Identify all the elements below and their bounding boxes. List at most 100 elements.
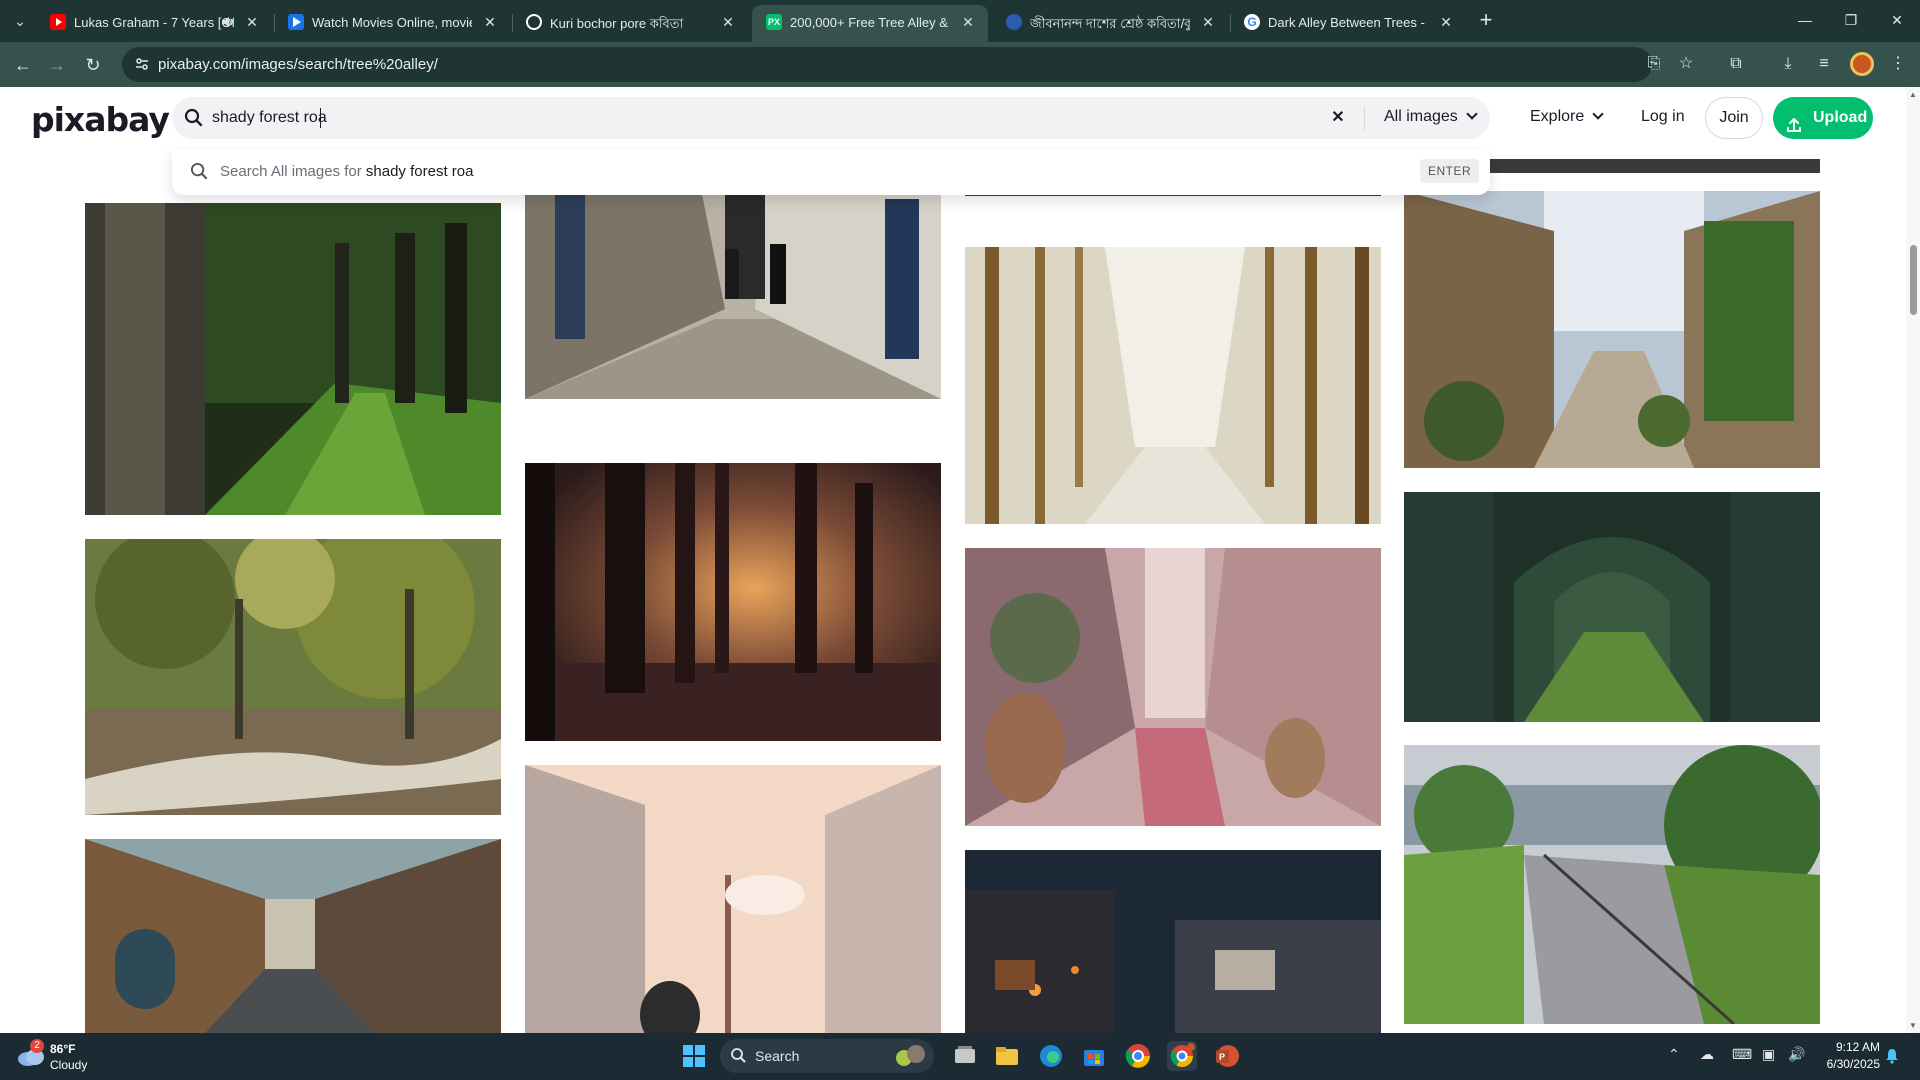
tab-kuri-bochor[interactable]: Kuri bochor pore কবিতা ✕ — [512, 5, 748, 42]
image-card-forest-grass-path[interactable] — [85, 203, 501, 515]
reload-icon[interactable]: ↻ — [78, 50, 108, 80]
page-scrollbar[interactable]: ▲ ▼ — [1906, 87, 1920, 1033]
pixabay-icon: PX — [766, 14, 782, 30]
tab-title: Kuri bochor pore কবিতা — [550, 16, 684, 31]
task-view-icon[interactable] — [950, 1041, 980, 1071]
taskbar-search[interactable]: Search — [720, 1039, 934, 1073]
suggestion-query: shady forest roa — [365, 163, 474, 180]
tab-title: Dark Alley Between Trees - Goo — [1268, 15, 1428, 30]
file-explorer-icon[interactable] — [992, 1041, 1022, 1071]
new-tab-button[interactable]: + — [1472, 8, 1500, 34]
keyboard-icon[interactable]: ⌨ — [1732, 1046, 1752, 1063]
join-button[interactable]: Join — [1705, 97, 1763, 139]
windows-taskbar: 2 86°F Cloudy Search P ⌃ ☁ ⌨ ▣ 🔊 9:12 AM… — [0, 1033, 1920, 1080]
weather-temp: 86°F — [50, 1042, 76, 1056]
image-card-night-city-alley[interactable] — [965, 850, 1381, 1033]
show-hidden-icons[interactable]: ⌃ — [1668, 1046, 1680, 1063]
chevron-down-icon — [1466, 108, 1478, 120]
media-type-label: All images — [1384, 108, 1458, 125]
notification-bell-icon[interactable] — [1885, 1048, 1899, 1064]
store-icon[interactable] — [1079, 1041, 1109, 1071]
image-card-ivy-stone-stairs[interactable] — [1404, 191, 1820, 468]
image-card-green-arch-tunnel[interactable] — [1404, 492, 1820, 722]
image-card-pink-alley-pots[interactable] — [965, 548, 1381, 826]
tab-title: Watch Movies Online, movies se — [312, 15, 472, 30]
search-icon — [184, 108, 204, 128]
close-tab-icon[interactable]: ✕ — [1198, 12, 1218, 32]
tab-watch-movies[interactable]: Watch Movies Online, movies se ✕ — [274, 5, 510, 42]
search-input[interactable] — [212, 97, 1212, 139]
chevron-down-icon — [1592, 108, 1604, 120]
search-suggestion[interactable]: Search All images for shady forest roa E… — [172, 149, 1490, 195]
chrome-icon[interactable] — [1123, 1041, 1153, 1071]
site-info-icon[interactable] — [134, 56, 150, 72]
onedrive-icon[interactable]: ☁ — [1700, 1046, 1714, 1063]
back-arrow-icon[interactable]: ← — [8, 50, 38, 80]
tab-jibanananda[interactable]: জীবনানন্দ দাশের শ্রেষ্ঠ কবিতা/কু ✕ — [992, 5, 1228, 42]
tab-pixabay[interactable]: PX 200,000+ Free Tree Alley & Alle ✕ — [752, 5, 988, 42]
weather-condition: Cloudy — [50, 1058, 88, 1072]
tab-lukas-graham[interactable]: Lukas Graham - 7 Years [Offi ✕ — [36, 5, 272, 42]
bookmark-star-icon[interactable]: ☆ — [1672, 50, 1700, 78]
address-bar[interactable]: pixabay.com/images/search/tree%20alley/ — [122, 47, 1652, 82]
site-header: pixabay ✕ All images Explore Log in Join… — [0, 87, 1906, 149]
media-type-dropdown[interactable]: All images — [1384, 108, 1478, 126]
tab-search-button[interactable]: ⌄ — [6, 8, 34, 34]
restore-button[interactable]: ❐ — [1828, 0, 1874, 40]
media-control-icon[interactable]: ≡ — [1810, 50, 1838, 78]
speaker-icon[interactable] — [220, 14, 236, 30]
tab-google-search[interactable]: G Dark Alley Between Trees - Goo ✕ — [1230, 5, 1466, 42]
search-highlight-icon — [892, 1044, 926, 1073]
image-card-autumn-park-path[interactable] — [85, 539, 501, 815]
image-card-stone-alley-couple[interactable] — [525, 159, 941, 399]
close-window-button[interactable]: ✕ — [1874, 0, 1920, 40]
suggestion-text: Search All images for shady forest roa — [220, 163, 473, 180]
clear-search-icon[interactable]: ✕ — [1327, 107, 1349, 129]
edge-icon[interactable] — [1036, 1041, 1066, 1071]
install-app-icon[interactable]: ⎘ — [1640, 50, 1668, 78]
clock-time: 9:12 AM — [1835, 1040, 1880, 1054]
profile-avatar[interactable] — [1850, 52, 1874, 76]
search-bar[interactable]: ✕ All images — [172, 97, 1490, 139]
enter-key-hint: ENTER — [1420, 159, 1480, 183]
search-icon — [190, 162, 209, 181]
image-card-foggy-sunset-trees[interactable] — [525, 463, 941, 741]
login-link[interactable]: Log in — [1641, 108, 1685, 126]
image-card-old-town-street[interactable] — [85, 839, 501, 1033]
windows-start-icon[interactable] — [679, 1041, 709, 1071]
site-icon — [526, 14, 542, 30]
system-clock[interactable]: 9:12 AM 6/30/2025 — [1820, 1039, 1880, 1073]
extensions-icon[interactable]: ⧉ — [1722, 50, 1750, 78]
scroll-down-icon[interactable]: ▼ — [1909, 1021, 1917, 1030]
close-tab-icon[interactable]: ✕ — [480, 12, 500, 32]
upload-button[interactable]: Upload — [1773, 97, 1873, 139]
explore-menu[interactable]: Explore — [1530, 108, 1604, 126]
volume-icon[interactable]: 🔊 — [1788, 1046, 1805, 1063]
text-cursor — [320, 108, 321, 128]
network-icon[interactable]: ▣ — [1762, 1046, 1775, 1063]
close-tab-icon[interactable]: ✕ — [958, 12, 978, 32]
scroll-up-icon[interactable]: ▲ — [1909, 90, 1917, 99]
suggestion-prefix: Search All images for — [220, 163, 366, 180]
clock-date: 6/30/2025 — [1826, 1057, 1880, 1071]
powerpoint-icon[interactable]: P — [1212, 1041, 1242, 1071]
menu-kebab-icon[interactable]: ⋮ — [1884, 50, 1912, 78]
close-tab-icon[interactable]: ✕ — [1436, 12, 1456, 32]
pixabay-logo[interactable]: pixabay — [31, 100, 170, 139]
forward-arrow-icon[interactable]: → — [42, 50, 72, 80]
image-card-hillside-walkway[interactable] — [1404, 745, 1820, 1024]
minimize-button[interactable]: — — [1782, 0, 1828, 40]
chrome-profile-icon[interactable] — [1167, 1041, 1197, 1071]
image-grid — [0, 87, 1906, 1033]
upload-icon — [1785, 109, 1803, 132]
close-tab-icon[interactable]: ✕ — [718, 12, 738, 32]
scrollbar-thumb[interactable] — [1910, 245, 1917, 315]
search-divider — [1364, 106, 1365, 130]
download-icon[interactable]: ⤓ — [1774, 50, 1802, 78]
site-icon — [1006, 14, 1022, 30]
browser-toolbar: ← → ↻ pixabay.com/images/search/tree%20a… — [0, 42, 1920, 87]
svg-text:P: P — [1219, 1052, 1225, 1062]
close-tab-icon[interactable]: ✕ — [242, 12, 262, 32]
image-card-snowy-birch-forest[interactable] — [965, 247, 1381, 524]
image-card-city-smokestack[interactable] — [525, 765, 941, 1033]
